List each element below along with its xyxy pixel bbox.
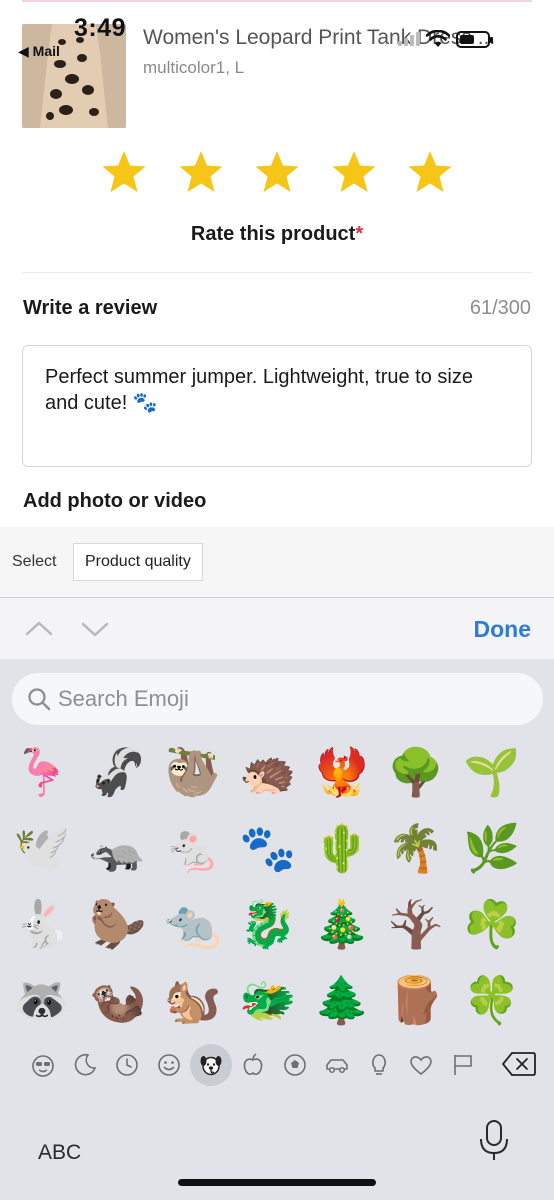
review-char-count: 61/300 xyxy=(469,297,531,319)
review-textarea[interactable]: Perfect summer jumper. Lightweight, true… xyxy=(22,345,532,467)
emoji-key[interactable]: 🌿 xyxy=(462,818,522,878)
emoji-key[interactable]: 🌳 xyxy=(386,742,446,802)
moon-category-icon[interactable] xyxy=(64,1044,106,1086)
smileys-people-category-icon[interactable] xyxy=(22,1044,64,1086)
write-review-label: Write a review xyxy=(23,297,158,319)
top-divider xyxy=(22,0,532,2)
product-quality-chip[interactable]: Product quality xyxy=(73,543,203,581)
back-to-mail-link[interactable]: ◀ Mail xyxy=(18,43,60,60)
emoji-key[interactable]: 🦔 xyxy=(238,742,298,802)
emoji-key[interactable]: 🦡 xyxy=(88,818,148,878)
emoji-category-bar xyxy=(22,1044,484,1086)
emoji-grid: 🦩 🦨 🦥 🦔 🐦‍🔥 🌳 🌱 🕊️ 🦡 🐁 🐾 🌵 🌴 🌿 🐇 🦫 🐀 🐉 🎄 🪾 ☘️ 🦝 🦦 🐿️ 🐲 🌲 🪵 🍀 xyxy=(0,742,554,1042)
symbols-heart-icon[interactable] xyxy=(400,1044,442,1086)
done-button[interactable]: Done xyxy=(474,616,532,643)
required-mark: * xyxy=(355,223,364,245)
emoji-key[interactable]: 🪾 xyxy=(386,894,446,954)
abc-keyboard-key[interactable]: ABC xyxy=(38,1141,81,1165)
emoji-key[interactable]: 🦥 xyxy=(163,742,223,802)
keyboard-accessory-bar: Done xyxy=(0,597,554,659)
select-strip: Select Product quality xyxy=(0,527,554,597)
emoji-key[interactable]: 🕊️ xyxy=(12,818,72,878)
emoji-key[interactable]: 🌵 xyxy=(312,818,372,878)
emoji-key[interactable]: 🐀 xyxy=(163,894,223,954)
emoji-key[interactable]: 🌴 xyxy=(386,818,446,878)
emoji-key[interactable]: 🐁 xyxy=(163,818,223,878)
emoji-key[interactable]: 🦦 xyxy=(88,970,148,1030)
status-time: 3:49 xyxy=(74,14,127,42)
emoji-key[interactable]: 🌱 xyxy=(462,742,522,802)
next-field-icon[interactable] xyxy=(80,614,110,644)
rating-star-3[interactable] xyxy=(253,148,301,196)
wifi-icon xyxy=(426,30,450,47)
flags-category-icon[interactable] xyxy=(442,1044,484,1086)
status-icons xyxy=(398,30,493,48)
emoji-key[interactable]: 🐇 xyxy=(12,894,72,954)
emoji-key[interactable]: 🐲 xyxy=(238,970,298,1030)
add-photo-video-label[interactable]: Add photo or video xyxy=(23,490,206,513)
emoji-key[interactable]: 🍀 xyxy=(462,970,522,1030)
emoji-keyboard: 🦩 🦨🦥🦔🐦‍🔥🌳 🌱 🕊️ 🦡🐁🐾🌵🌴 🌿 🐇 🦫🐀🐉🎄🪾 ☘️ 🦝 🦦🐿️🐲🌲🪵 🍀 xyxy=(0,659,554,1200)
emoji-key[interactable]: 🌲 xyxy=(312,970,372,1030)
objects-lightbulb-icon[interactable] xyxy=(358,1044,400,1086)
emoji-key[interactable]: 🦩 xyxy=(12,742,72,802)
cellular-signal-icon xyxy=(398,32,420,46)
emoji-key[interactable]: ☘️ xyxy=(462,894,522,954)
emoji-key[interactable]: 🎄 xyxy=(312,894,372,954)
product-variant: multicolor1, L xyxy=(143,58,245,77)
rating-star-2[interactable] xyxy=(177,148,225,196)
microphone-icon[interactable] xyxy=(478,1119,510,1163)
section-divider xyxy=(22,272,532,273)
rating-star-1[interactable] xyxy=(100,148,148,196)
battery-icon xyxy=(456,30,493,48)
food-apple-icon[interactable] xyxy=(232,1044,274,1086)
backspace-icon[interactable] xyxy=(502,1051,536,1077)
emoji-key[interactable]: 🦨 xyxy=(88,742,148,802)
search-icon xyxy=(28,688,51,711)
smiley-category-icon[interactable] xyxy=(148,1044,190,1086)
emoji-search-bar[interactable] xyxy=(12,673,543,725)
home-indicator[interactable] xyxy=(178,1179,376,1186)
rating-star-5[interactable] xyxy=(406,148,454,196)
select-label: Select xyxy=(12,553,57,570)
recents-clock-icon[interactable] xyxy=(106,1044,148,1086)
product-header: Women's Leopard Print Tank Dress ... mul… xyxy=(0,0,554,140)
activity-ball-icon[interactable] xyxy=(274,1044,316,1086)
emoji-key[interactable]: 🪵 xyxy=(386,970,446,1030)
animals-nature-category-icon[interactable] xyxy=(190,1044,232,1086)
travel-car-icon[interactable] xyxy=(316,1044,358,1086)
rating-star-4[interactable] xyxy=(330,148,378,196)
emoji-key[interactable]: 🐿️ xyxy=(163,970,223,1030)
previous-field-icon[interactable] xyxy=(24,614,54,644)
rating-stars xyxy=(100,148,454,196)
emoji-search-input[interactable] xyxy=(58,673,528,725)
emoji-key[interactable]: 🐦‍🔥 xyxy=(312,742,372,802)
rate-product-label: Rate this product* xyxy=(190,223,364,245)
emoji-key[interactable]: 🐾 xyxy=(238,818,298,878)
emoji-key[interactable]: 🐉 xyxy=(238,894,298,954)
emoji-key[interactable]: 🦝 xyxy=(12,970,72,1030)
emoji-key[interactable]: 🦫 xyxy=(88,894,148,954)
